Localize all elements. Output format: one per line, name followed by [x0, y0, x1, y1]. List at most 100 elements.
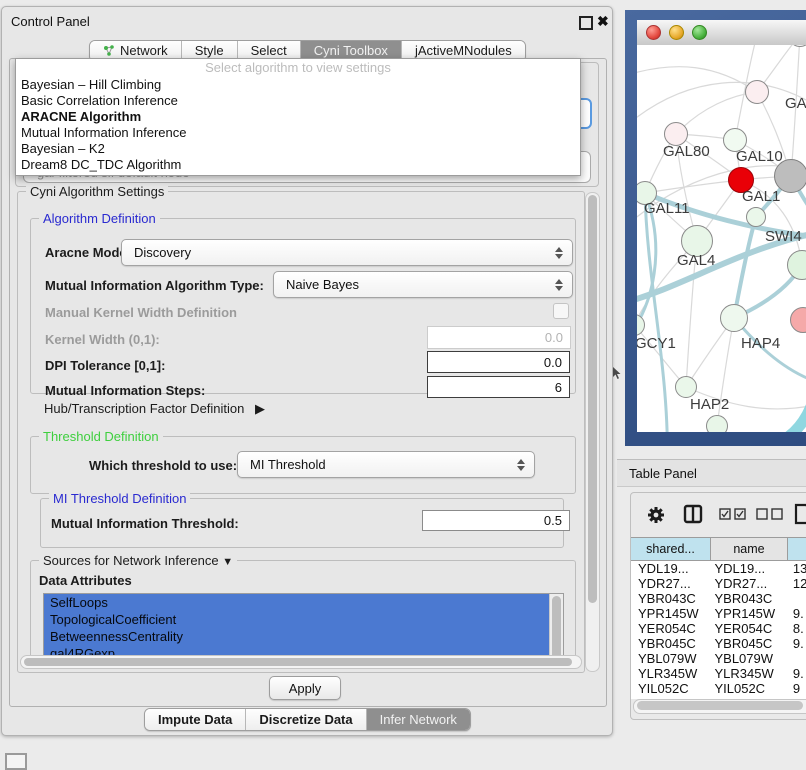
table-hscrollbar-thumb[interactable] — [637, 701, 803, 710]
mouse-cursor-icon — [612, 366, 622, 380]
list-item-selfloops[interactable]: SelfLoops — [44, 594, 549, 611]
list-scrollbar-thumb[interactable] — [552, 596, 561, 662]
bottom-tabs: Impute Data Discretize Data Infer Networ… — [144, 708, 471, 731]
mi-steps-field[interactable]: 6 — [427, 376, 570, 398]
minimize-window-icon[interactable] — [669, 25, 684, 40]
cell: YDR27... — [707, 576, 785, 591]
kernel-width-label: Kernel Width (0,1): — [45, 332, 160, 347]
sources-group: Sources for Network Inference ▼ Data Att… — [30, 560, 576, 665]
cell: 8. — [786, 621, 806, 636]
table-row[interactable]: YBL079WYBL079W — [631, 651, 806, 666]
table-rows: YDL19...YDL19...13 YDR27...YDR27...12 YB… — [631, 561, 806, 699]
which-threshold-combo[interactable]: MI Threshold — [237, 451, 535, 478]
manual-kernel-checkbox[interactable] — [553, 303, 569, 319]
combo-spinner-icon — [554, 247, 563, 259]
list-item-betweennesscentrality[interactable]: BetweennessCentrality — [44, 628, 549, 645]
mi-type-value: Naive Bayes — [274, 277, 554, 292]
column-header-name[interactable]: name — [711, 537, 788, 561]
columns-icon[interactable] — [683, 504, 703, 524]
dpi-tolerance-field[interactable]: 0.0 — [427, 351, 570, 373]
which-threshold-value: MI Threshold — [238, 457, 516, 472]
settings-horizontal-scrollbar[interactable] — [20, 655, 582, 669]
settings-vscrollbar-thumb[interactable] — [588, 195, 597, 603]
cyni-algorithm-settings-group: Cyni Algorithm Settings Algorithm Defini… — [17, 191, 585, 673]
table-row[interactable]: YBR043CYBR043C — [631, 591, 806, 606]
node-swi4[interactable] — [746, 207, 766, 227]
popup-item-dream8[interactable]: Dream8 DC_TDC Algorithm — [16, 157, 580, 173]
tab-discretize-data[interactable]: Discretize Data — [246, 709, 366, 730]
unchecked-boxes-icon[interactable] — [756, 508, 784, 520]
mi-type-combo[interactable]: Naive Bayes — [273, 271, 573, 298]
table-horizontal-scrollbar[interactable] — [633, 699, 806, 714]
algorithm-definition-title: Algorithm Definition — [39, 211, 160, 226]
zoom-window-icon[interactable] — [692, 25, 707, 40]
node-label: GAL1 — [742, 188, 780, 205]
cell: 9. — [786, 606, 806, 621]
float-panel-icon[interactable] — [579, 16, 593, 30]
node-label: HAP4 — [741, 335, 780, 352]
document-icon[interactable] — [794, 503, 806, 525]
column-header-partial[interactable] — [788, 537, 806, 561]
network-canvas[interactable]: GAL GAL80 GAL10 GAL1 GAL11 SWI4 GAL4 GCY… — [637, 45, 806, 432]
table-toolbar — [631, 493, 806, 537]
node-hap2[interactable] — [675, 376, 697, 398]
node-gal-pink[interactable] — [745, 80, 769, 104]
table-row[interactable]: YIL052CYIL052C9 — [631, 681, 806, 696]
collapse-down-icon[interactable]: ▼ — [222, 556, 233, 568]
popup-item-mutual-information[interactable]: Mutual Information Inference — [16, 125, 580, 141]
popup-item-aracne[interactable]: ARACNE Algorithm — [16, 109, 580, 125]
settings-hscrollbar-thumb[interactable] — [24, 658, 572, 666]
aracne-mode-combo[interactable]: Discovery — [121, 239, 573, 266]
cell — [786, 651, 806, 666]
mi-threshold-group: MI Threshold Definition Mutual Informati… — [40, 498, 564, 548]
desktop: Control Panel ✖ Network Style Select Cyn… — [0, 0, 806, 762]
column-header-shared[interactable]: shared... — [631, 537, 711, 561]
tab-infer-network-label: Infer Network — [380, 709, 457, 730]
sources-title[interactable]: Sources for Network Inference ▼ — [39, 553, 237, 568]
aracne-mode-label: Aracne Mode: — [45, 245, 131, 260]
cell: YDL19... — [631, 561, 707, 576]
kernel-width-field[interactable]: 0.0 — [427, 326, 571, 349]
table-row[interactable]: YER054CYER054C8. — [631, 621, 806, 636]
tab-impute-data[interactable]: Impute Data — [145, 709, 246, 730]
close-panel-icon[interactable]: ✖ — [597, 14, 609, 28]
settings-vertical-scrollbar[interactable] — [585, 192, 600, 672]
popup-item-basic-correlation[interactable]: Basic Correlation Inference — [16, 93, 580, 109]
table-row[interactable]: YPR145WYPR145W9. — [631, 606, 806, 621]
apply-button[interactable]: Apply — [269, 676, 341, 700]
expand-right-icon[interactable]: ▶ — [255, 401, 265, 416]
tab-discretize-data-label: Discretize Data — [259, 709, 352, 730]
popup-item-bayesian-hill[interactable]: Bayesian – Hill Climbing — [16, 77, 580, 93]
node-label: SWI4 — [765, 228, 802, 245]
list-item-topologicalcoefficient[interactable]: TopologicalCoefficient — [44, 611, 549, 628]
cell: YDR27... — [631, 576, 707, 591]
popup-item-bayesian-k2[interactable]: Bayesian – K2 — [16, 141, 580, 157]
table-row[interactable]: YLR345WYLR345W9. — [631, 666, 806, 681]
hub-definition-toggle[interactable]: Hub/Transcription Factor Definition ▶ — [44, 401, 265, 417]
list-vertical-scrollbar[interactable] — [549, 594, 563, 664]
combo-spinner-icon — [516, 459, 525, 471]
table-row[interactable]: YDR27...YDR27...12 — [631, 576, 806, 591]
node-bottom-green[interactable] — [706, 415, 728, 432]
node-label: GAL4 — [677, 252, 715, 269]
mi-threshold-field[interactable]: 0.5 — [422, 510, 570, 531]
cell: YBL079W — [631, 651, 707, 666]
node-hap4[interactable] — [720, 304, 748, 332]
threshold-definition-title: Threshold Definition — [39, 429, 163, 444]
cell: YBR045C — [631, 636, 707, 651]
close-window-icon[interactable] — [646, 25, 661, 40]
gear-icon[interactable] — [646, 505, 666, 525]
node-label: GAL10 — [736, 148, 783, 165]
which-threshold-label: Which threshold to use: — [89, 458, 237, 473]
mi-steps-label: Mutual Information Steps: — [45, 383, 205, 398]
checked-boxes-icon[interactable] — [719, 508, 747, 520]
cell: YPR145W — [707, 606, 785, 621]
cell: YBL079W — [707, 651, 785, 666]
tab-infer-network[interactable]: Infer Network — [367, 709, 470, 730]
table-row[interactable]: YBR045CYBR045C9. — [631, 636, 806, 651]
mi-threshold-label: Mutual Information Threshold: — [51, 516, 239, 531]
algorithm-dropdown-popup: Select algorithm to view settings Bayesi… — [15, 58, 581, 176]
table-row[interactable]: YDL19...YDL19...13 — [631, 561, 806, 576]
network-window-titlebar[interactable] — [637, 20, 806, 46]
data-attributes-list: SelfLoops TopologicalCoefficient Between… — [44, 594, 549, 664]
